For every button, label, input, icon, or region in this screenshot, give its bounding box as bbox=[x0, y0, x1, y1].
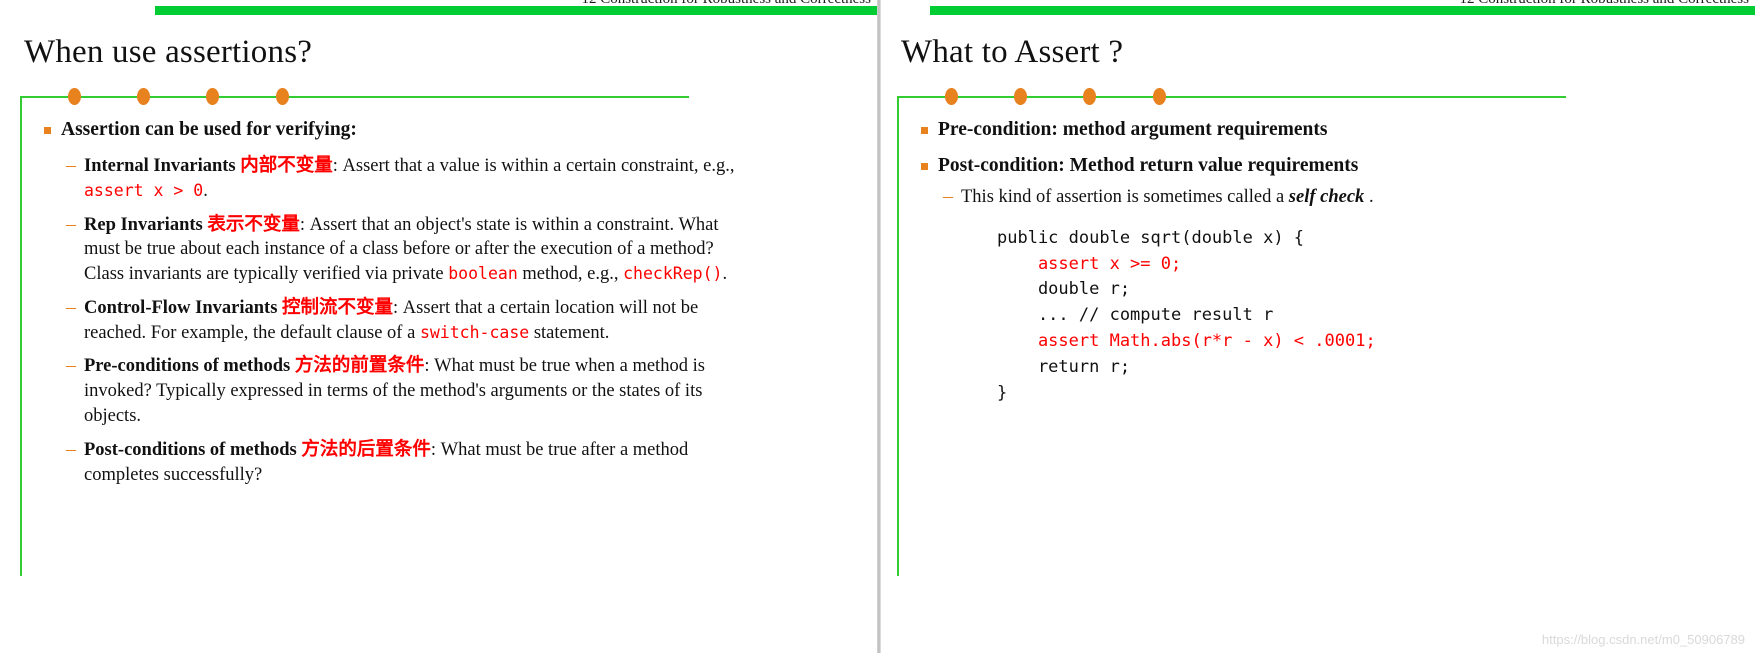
rule-vertical-left bbox=[20, 96, 22, 576]
self-check-before: This kind of assertion is sometimes call… bbox=[961, 186, 1289, 207]
slide-body-right: Pre-condition: method argument requireme… bbox=[921, 118, 1711, 406]
list-item-rep-invariants: – Rep Invariants 表示不变量: Assert that an o… bbox=[66, 213, 754, 287]
slide-title-left: When use assertions? bbox=[24, 34, 313, 70]
header-green-bar-right bbox=[930, 6, 1755, 15]
list-item-self-check: – This kind of assertion is sometimes ca… bbox=[943, 185, 1711, 210]
pre-conditions-text: Pre-conditions of methods 方法的前置条件: What … bbox=[84, 354, 754, 428]
list-item-pre-conditions: – Pre-conditions of methods 方法的前置条件: Wha… bbox=[66, 354, 754, 428]
post-conditions-cn: 方法的后置条件 bbox=[301, 439, 431, 460]
slide-title-right: What to Assert ? bbox=[901, 34, 1124, 70]
post-conditions-term: Post-conditions of methods bbox=[84, 439, 297, 460]
bullet-pre-condition: Pre-condition: method argument requireme… bbox=[921, 118, 1711, 143]
control-flow-term: Control-Flow Invariants bbox=[84, 297, 278, 318]
title-rule-left bbox=[20, 85, 689, 576]
slide-body-left: Assertion can be used for verifying: – I… bbox=[44, 118, 754, 496]
internal-invariants-text: Internal Invariants 内部不变量: Assert that a… bbox=[84, 154, 754, 204]
title-rule-right bbox=[897, 85, 1566, 576]
rule-horizontal-left bbox=[20, 96, 689, 98]
self-check-text: This kind of assertion is sometimes call… bbox=[961, 185, 1711, 210]
rule-dot-3 bbox=[1083, 88, 1096, 105]
rep-invariants-code-boolean: boolean bbox=[448, 264, 518, 284]
control-flow-cn: 控制流不变量 bbox=[282, 297, 394, 318]
rep-invariants-cn: 表示不变量 bbox=[207, 214, 300, 235]
internal-invariants-code: assert x > 0 bbox=[84, 180, 204, 200]
code-line-5: assert Math.abs(r*r - x) < .0001; bbox=[997, 331, 1376, 351]
pre-conditions-term: Pre-conditions of methods bbox=[84, 356, 291, 377]
code-line-2: assert x >= 0; bbox=[997, 253, 1182, 274]
bullet-assertion-verifying: Assertion can be used for verifying: bbox=[44, 118, 754, 143]
internal-invariants-term: Internal Invariants bbox=[84, 155, 236, 176]
rule-dot-3 bbox=[206, 88, 219, 105]
code-line-7: } bbox=[997, 382, 1008, 403]
square-bullet-icon bbox=[921, 162, 928, 170]
pre-condition-label: Pre-condition: method argument requireme… bbox=[938, 119, 1328, 140]
list-item-internal-invariants: – Internal Invariants 内部不变量: Assert that… bbox=[66, 154, 754, 204]
bullet-main-label: Assertion can be used for verifying: bbox=[61, 119, 357, 140]
list-item-post-conditions: – Post-conditions of methods 方法的后置条件: Wh… bbox=[66, 438, 754, 488]
rep-invariants-code-checkrep: checkRep() bbox=[623, 264, 723, 284]
rep-invariants-mid: method, e.g., bbox=[517, 264, 624, 285]
dash-bullet-icon: – bbox=[66, 153, 76, 176]
rule-dot-2 bbox=[1014, 88, 1027, 105]
square-bullet-icon bbox=[44, 127, 51, 134]
bullet-post-condition: Post-condition: Method return value requ… bbox=[921, 154, 1711, 179]
square-bullet-icon bbox=[921, 127, 928, 134]
rule-dot-1 bbox=[68, 88, 81, 105]
internal-invariants-cn: 内部不变量 bbox=[240, 155, 333, 176]
dash-bullet-icon: – bbox=[66, 354, 76, 377]
header-green-bar-left bbox=[155, 6, 877, 15]
rule-dot-4 bbox=[276, 88, 289, 105]
rule-vertical-right bbox=[897, 96, 899, 576]
slide-divider bbox=[877, 0, 881, 653]
code-line-4: ... // compute result r bbox=[997, 305, 1274, 326]
internal-invariants-desc: : Assert that a value is within a certai… bbox=[332, 155, 735, 176]
list-item-control-flow-invariants: – Control-Flow Invariants 控制流不变量: Assert… bbox=[66, 296, 754, 346]
rep-invariants-tail: . bbox=[722, 264, 728, 285]
rule-horizontal-right bbox=[897, 96, 1566, 98]
dash-bullet-icon: – bbox=[66, 295, 76, 318]
control-flow-text: Control-Flow Invariants 控制流不变量: Assert t… bbox=[84, 296, 754, 346]
control-flow-code: switch-case bbox=[419, 322, 530, 342]
self-check-emphasis: self check bbox=[1288, 186, 1365, 207]
rule-dot-4 bbox=[1153, 88, 1166, 105]
self-check-after: . bbox=[1364, 186, 1374, 207]
watermark: https://blog.csdn.net/m0_50906789 bbox=[1541, 632, 1745, 647]
rep-invariants-text: Rep Invariants 表示不变量: Assert that an obj… bbox=[84, 213, 754, 287]
rule-dot-2 bbox=[137, 88, 150, 105]
code-line-1: public double sqrt(double x) { bbox=[997, 227, 1305, 248]
control-flow-tail: statement. bbox=[529, 322, 610, 343]
pre-conditions-cn: 方法的前置条件 bbox=[294, 356, 425, 377]
internal-invariants-tail: . bbox=[203, 180, 208, 201]
slide-right: 12 Construction for Robustness and Corre… bbox=[877, 0, 1755, 653]
rule-dot-1 bbox=[945, 88, 958, 105]
dash-bullet-icon: – bbox=[66, 437, 76, 460]
slide-deck: 12 Construction for Robustness and Corre… bbox=[0, 0, 1755, 653]
code-block-sqrt: public double sqrt(double x) { assert x … bbox=[997, 226, 1711, 407]
rep-invariants-term: Rep Invariants bbox=[84, 214, 203, 235]
slide-left: 12 Construction for Robustness and Corre… bbox=[0, 0, 877, 653]
code-line-6: return r; bbox=[997, 356, 1131, 377]
dash-bullet-icon: – bbox=[943, 184, 953, 207]
code-line-3: double r; bbox=[997, 279, 1131, 300]
post-condition-label: Post-condition: Method return value requ… bbox=[938, 154, 1359, 176]
dash-bullet-icon: – bbox=[66, 212, 76, 235]
post-conditions-text: Post-conditions of methods 方法的后置条件: What… bbox=[84, 438, 754, 488]
